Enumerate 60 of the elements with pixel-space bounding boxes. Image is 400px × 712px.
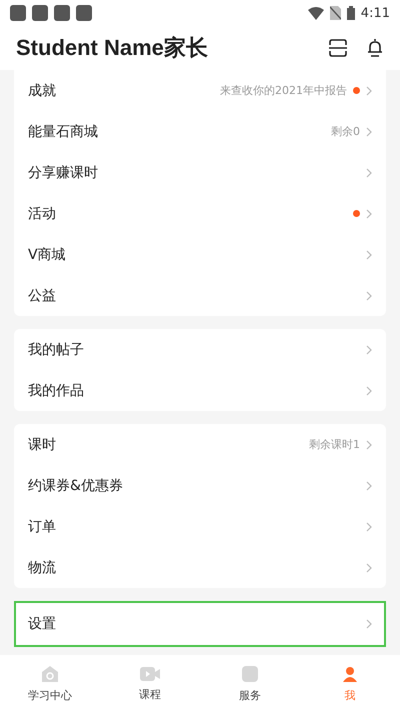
menu-label: 约课券&优惠券 xyxy=(28,476,124,494)
menu-item[interactable]: 我的作品 xyxy=(14,370,386,411)
person-icon xyxy=(340,664,360,684)
menu-item[interactable]: 我的帖子 xyxy=(14,329,386,370)
chevron-icon xyxy=(366,168,372,178)
chevron-icon xyxy=(366,440,372,450)
chevron-icon xyxy=(366,386,372,396)
video-icon xyxy=(139,665,161,683)
chevron-icon xyxy=(366,619,372,629)
service-icon xyxy=(240,664,260,684)
menu-label: 我的帖子 xyxy=(28,340,85,358)
chevron-icon xyxy=(366,126,372,136)
menu-item[interactable]: 课时 剩余课时1 xyxy=(14,424,386,465)
battery-icon xyxy=(346,6,355,20)
chevron-icon xyxy=(366,290,372,300)
menu-label: V商城 xyxy=(28,246,67,264)
notification-icon xyxy=(54,5,70,21)
menu-item[interactable]: 活动 xyxy=(14,193,386,234)
menu-label: 公益 xyxy=(28,286,57,304)
menu-label: 成就 xyxy=(28,82,57,100)
no-sim-icon xyxy=(330,6,341,20)
notification-icon xyxy=(76,5,92,21)
menu-item[interactable]: 公益 xyxy=(14,275,386,316)
menu-item[interactable]: 分享赚课时 xyxy=(14,152,386,193)
chevron-icon xyxy=(366,344,372,354)
menu-item[interactable]: 约课券&优惠券 xyxy=(14,465,386,506)
bell-icon[interactable] xyxy=(366,38,384,58)
scan-icon[interactable] xyxy=(328,38,348,58)
menu-item[interactable]: 物流 xyxy=(14,547,386,588)
menu-label: 分享赚课时 xyxy=(28,164,99,182)
menu-detail: 来查收你的2021年中报告 xyxy=(220,83,347,98)
chevron-icon xyxy=(366,480,372,490)
page-title: Student Name家长 xyxy=(16,34,209,62)
menu-label: 我的作品 xyxy=(28,382,85,400)
chevron-icon xyxy=(366,208,372,218)
home-icon xyxy=(40,664,60,684)
notification-icon xyxy=(10,5,26,21)
menu-item[interactable]: 能量石商城 剩余0 xyxy=(14,111,386,152)
menu-label: 课时 xyxy=(28,436,57,454)
notification-icon xyxy=(32,5,48,21)
menu-item[interactable]: 设置 xyxy=(14,601,386,647)
chevron-icon xyxy=(366,522,372,532)
menu-item[interactable]: V商城 xyxy=(14,234,386,275)
chevron-icon xyxy=(366,562,372,572)
chevron-icon xyxy=(366,250,372,260)
status-time: 4:11 xyxy=(360,6,390,20)
menu-detail: 剩余课时1 xyxy=(309,437,360,452)
menu-label: 设置 xyxy=(28,615,57,633)
nav-tab[interactable]: 学习中心 xyxy=(0,655,100,712)
nav-tab[interactable]: 服务 xyxy=(200,655,300,712)
menu-label: 活动 xyxy=(28,204,57,222)
chevron-icon xyxy=(366,86,372,96)
menu-label: 物流 xyxy=(28,558,57,576)
menu-label: 订单 xyxy=(28,518,57,536)
nav-tab[interactable]: 课程 xyxy=(100,655,200,712)
wifi-icon xyxy=(308,6,324,20)
menu-item[interactable]: 订单 xyxy=(14,506,386,547)
menu-label: 能量石商城 xyxy=(28,122,99,140)
menu-item[interactable]: 成就 来查收你的2021年中报告 xyxy=(14,70,386,111)
menu-detail: 剩余0 xyxy=(331,124,360,139)
